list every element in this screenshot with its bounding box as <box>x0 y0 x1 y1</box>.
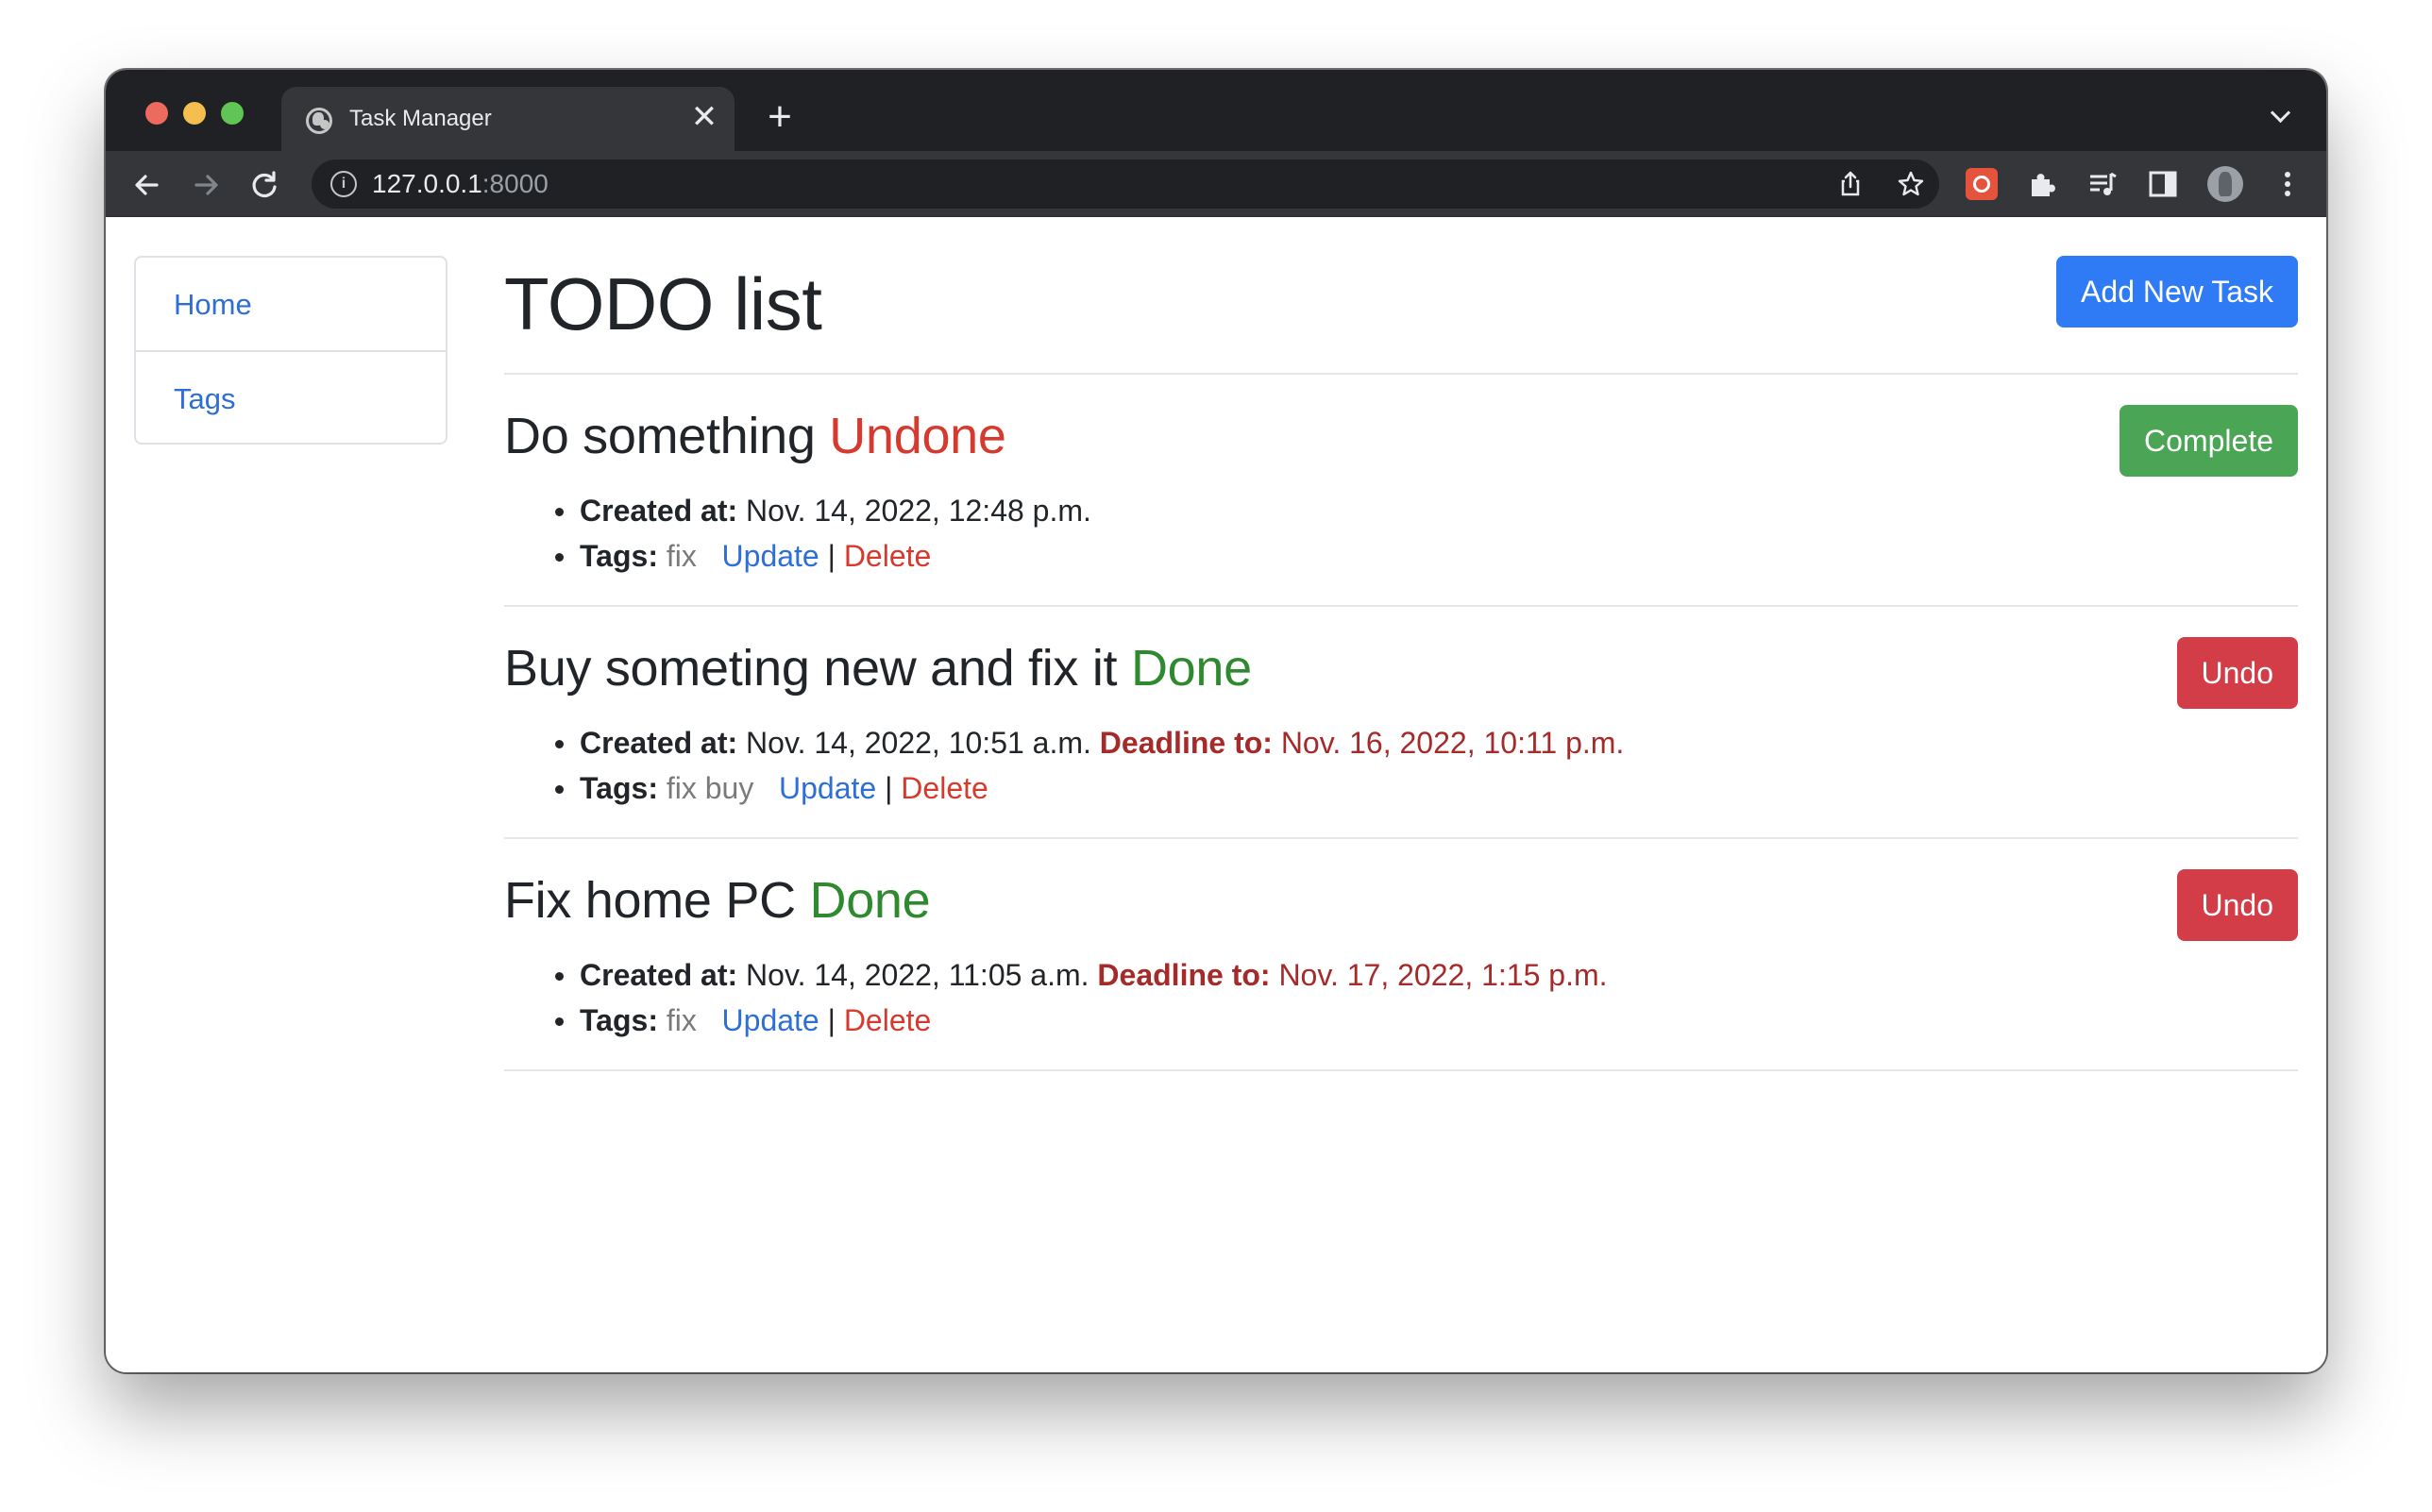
created-at-value: Nov. 14, 2022, 11:05 a.m. <box>746 958 1089 992</box>
minimize-window-button[interactable] <box>183 102 206 125</box>
update-link[interactable]: Update <box>779 771 876 805</box>
undo-button[interactable]: Undo <box>2176 637 2298 709</box>
task-tags: fix <box>666 539 697 573</box>
new-tab-button[interactable]: + <box>759 96 801 140</box>
browser-window: Task Manager ✕ + i 127.0.0.1:8000 Home T… <box>106 70 2326 1372</box>
tags-row: Tags: fix Update | Delete <box>555 533 1091 579</box>
close-window-button[interactable] <box>145 102 168 125</box>
url-host: 127.0.0.1 <box>372 169 482 198</box>
tags-label: Tags: <box>580 539 658 573</box>
delete-link[interactable]: Delete <box>901 771 988 805</box>
sidebar-item-home[interactable]: Home <box>136 258 446 350</box>
separator: | <box>827 1003 836 1037</box>
update-link[interactable]: Update <box>722 539 819 573</box>
reload-icon[interactable] <box>245 166 283 204</box>
back-arrow-icon[interactable] <box>128 166 166 204</box>
created-at-value: Nov. 14, 2022, 10:51 a.m. <box>746 726 1091 760</box>
address-bar[interactable]: i 127.0.0.1:8000 <box>312 160 1939 209</box>
deadline-value: Nov. 16, 2022, 10:11 p.m. <box>1280 726 1625 760</box>
created-row: Created at: Nov. 14, 2022, 11:05 a.m. De… <box>555 952 1608 998</box>
media-queue-icon[interactable] <box>2086 168 2119 200</box>
update-link[interactable]: Update <box>722 1003 819 1037</box>
created-at-label: Created at: <box>580 726 738 760</box>
delete-link[interactable]: Delete <box>844 539 932 573</box>
created-at-label: Created at: <box>580 494 738 528</box>
complete-button[interactable]: Complete <box>2120 405 2298 477</box>
add-new-task-button[interactable]: Add New Task <box>2056 256 2298 328</box>
task-item: Fix home PC Done Undo Created at: Nov. 1… <box>504 839 2298 1071</box>
task-item: Buy someting new and fix it Done Undo Cr… <box>504 607 2298 839</box>
page-content: Home Tags TODO list Add New Task Do some… <box>106 218 2326 1372</box>
globe-icon <box>306 108 332 134</box>
task-tags: fix <box>666 1003 697 1037</box>
share-icon[interactable] <box>1835 169 1866 199</box>
info-icon[interactable]: i <box>330 171 357 197</box>
task-item: Do something Undone Complete Created at:… <box>504 375 2298 607</box>
tab-title: Task Manager <box>349 106 492 131</box>
tags-row: Tags: fix Update | Delete <box>555 998 1608 1043</box>
deadline-value: Nov. 17, 2022, 1:15 p.m. <box>1278 958 1608 992</box>
url-port: :8000 <box>481 169 549 198</box>
tags-row: Tags: fix buy Update | Delete <box>554 765 1624 811</box>
task-status: Undone <box>829 408 1006 464</box>
undo-button[interactable]: Undo <box>2176 869 2298 941</box>
task-title-text: Buy someting new and fix it <box>504 640 1118 697</box>
url-text: 127.0.0.1:8000 <box>372 169 549 199</box>
task-title: Do something Undone <box>504 407 1006 465</box>
task-meta: Created at: Nov. 14, 2022, 11:05 a.m. De… <box>555 952 1608 1043</box>
chevron-down-icon[interactable] <box>2270 106 2292 128</box>
delete-link[interactable]: Delete <box>844 1003 932 1037</box>
main-content: TODO list Add New Task Do something Undo… <box>504 256 2298 1071</box>
task-status: Done <box>809 872 931 929</box>
created-row: Created at: Nov. 14, 2022, 12:48 p.m. <box>555 488 1091 533</box>
tab-close-icon[interactable]: ✕ <box>687 100 721 134</box>
page-title: TODO list <box>504 262 822 345</box>
star-icon[interactable] <box>1896 169 1926 199</box>
sidebar-nav: Home Tags <box>134 256 448 445</box>
task-meta: Created at: Nov. 14, 2022, 12:48 p.m. Ta… <box>555 488 1091 579</box>
created-at-label: Created at: <box>580 958 738 992</box>
task-tags: fix buy <box>666 771 754 805</box>
created-at-value: Nov. 14, 2022, 12:48 p.m. <box>746 494 1091 528</box>
created-row: Created at: Nov. 14, 2022, 10:51 a.m. De… <box>554 720 1625 765</box>
task-status: Done <box>1130 640 1252 697</box>
deadline-label: Deadline to: <box>1099 726 1273 760</box>
separator: | <box>827 539 836 573</box>
deadline-label: Deadline to: <box>1097 958 1271 992</box>
browser-tab[interactable]: Task Manager ✕ <box>281 87 735 151</box>
sidebar-item-tags[interactable]: Tags <box>136 350 446 443</box>
tags-label: Tags: <box>580 1003 658 1037</box>
task-title-text: Do something <box>504 408 816 464</box>
task-meta: Created at: Nov. 14, 2022, 10:51 a.m. De… <box>554 720 1625 811</box>
maximize-window-button[interactable] <box>221 102 244 125</box>
task-title: Buy someting new and fix it Done <box>504 639 1252 697</box>
task-title-text: Fix home PC <box>504 872 796 929</box>
separator: | <box>885 771 893 805</box>
tab-bar: Task Manager ✕ + <box>106 70 2326 151</box>
extension-record-icon[interactable] <box>1966 168 1998 200</box>
forward-arrow-icon[interactable] <box>187 166 225 204</box>
side-panel-icon[interactable] <box>2147 168 2179 200</box>
tags-label: Tags: <box>580 771 658 805</box>
task-title: Fix home PC Done <box>504 871 931 930</box>
browser-toolbar: i 127.0.0.1:8000 <box>106 151 2326 217</box>
more-menu-icon[interactable] <box>2272 168 2304 200</box>
page-header: TODO list Add New Task <box>504 256 2298 375</box>
profile-avatar[interactable] <box>2207 166 2243 202</box>
puzzle-icon[interactable] <box>2026 168 2058 200</box>
